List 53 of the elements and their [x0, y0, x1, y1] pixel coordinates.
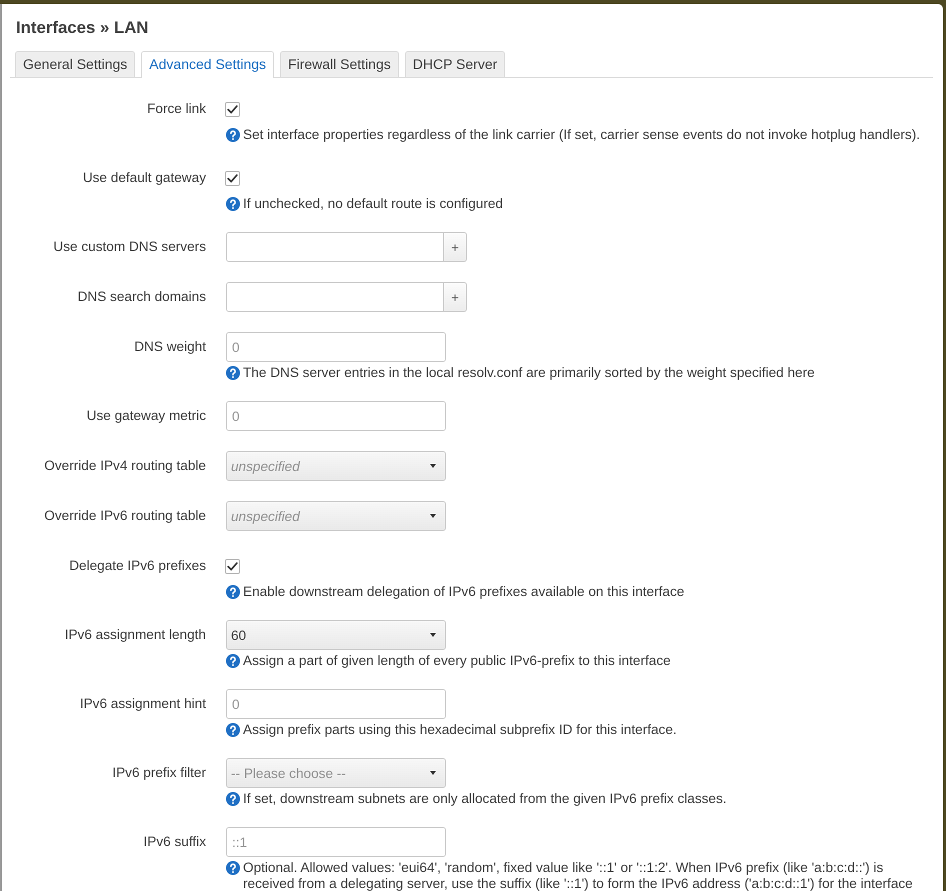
field-label: Force link: [147, 101, 206, 116]
help-text: Assign prefix parts using this hexadecimal subprefix ID for this interface.: [243, 722, 677, 738]
field-label: DNS search domains: [78, 289, 206, 304]
help-text: The DNS server entries in the local resolv.conf are primarily sorted by the weight specified here: [243, 365, 815, 381]
field-label: IPv6 assignment length: [64, 627, 206, 642]
input-field[interactable]: 0: [226, 401, 446, 431]
input-field[interactable]: ::1: [226, 827, 446, 857]
caret-icon: [430, 771, 436, 775]
check-icon: [227, 174, 238, 182]
input-field[interactable]: [226, 232, 444, 262]
checkbox[interactable]: [225, 170, 240, 186]
check-icon: [227, 104, 238, 114]
checkbox[interactable]: [225, 102, 240, 116]
field-label: Override IPv4 routing table: [44, 458, 206, 473]
caret-icon: [430, 514, 436, 518]
check-icon: [227, 562, 238, 570]
help-icon: [226, 366, 240, 380]
select-dropdown[interactable]: 60: [226, 620, 446, 650]
help-text: Assign a part of given length of every public IPv6-prefix to this interface: [243, 653, 671, 669]
tab[interactable]: Firewall Settings: [280, 51, 399, 77]
input-field[interactable]: 0: [226, 689, 446, 719]
field-label: Use gateway metric: [86, 408, 206, 423]
help-text: Optional. Allowed values: 'eui64', 'random', fixed value like '::1' or '::1:2'. When IPv6 prefix (like 'a:b:c:d::') is received from a delegating server, use the suffix (like '::1') to form the IPv6 address ('a:b:c:d::1') for the interface: [243, 860, 914, 891]
help-text: Set interface properties regardless of the link carrier (If set, carrier sense events do not invoke hotplug handlers).: [243, 127, 920, 143]
add-button[interactable]: +: [444, 282, 467, 312]
add-button[interactable]: +: [444, 232, 467, 262]
field-label: DNS weight: [134, 339, 206, 354]
caret-icon: [430, 464, 436, 468]
field-label: IPv6 assignment hint: [80, 696, 206, 711]
help-icon: [226, 861, 240, 875]
help-icon: [226, 128, 240, 142]
help-text: If set, downstream subnets are only allocated from the given IPv6 prefix classes.: [243, 791, 727, 807]
help-icon: [226, 585, 240, 599]
field-label: IPv6 prefix filter: [112, 765, 206, 780]
dialog-title: Interfaces » LAN: [16, 18, 148, 38]
help-icon: [226, 723, 240, 737]
field-label: Use default gateway: [82, 170, 206, 185]
checkbox[interactable]: [225, 558, 240, 574]
tab[interactable]: Advanced Settings: [141, 51, 274, 78]
tab[interactable]: DHCP Server: [404, 51, 506, 77]
help-icon: [226, 654, 240, 668]
caret-icon: [430, 633, 436, 637]
field-label: Use custom DNS servers: [53, 239, 206, 254]
help-icon: [226, 197, 240, 211]
help-text: Enable downstream delegation of IPv6 prefixes available on this interface: [243, 584, 684, 600]
field-label: Delegate IPv6 prefixes: [69, 558, 206, 573]
field-label: Override IPv6 routing table: [44, 508, 206, 523]
tab[interactable]: General Settings: [15, 51, 136, 77]
field-label: IPv6 suffix: [144, 834, 206, 849]
help-text: If unchecked, no default route is configured: [243, 196, 503, 212]
help-icon: [226, 792, 240, 806]
input-field[interactable]: [226, 282, 444, 312]
input-field[interactable]: 0: [226, 332, 446, 362]
